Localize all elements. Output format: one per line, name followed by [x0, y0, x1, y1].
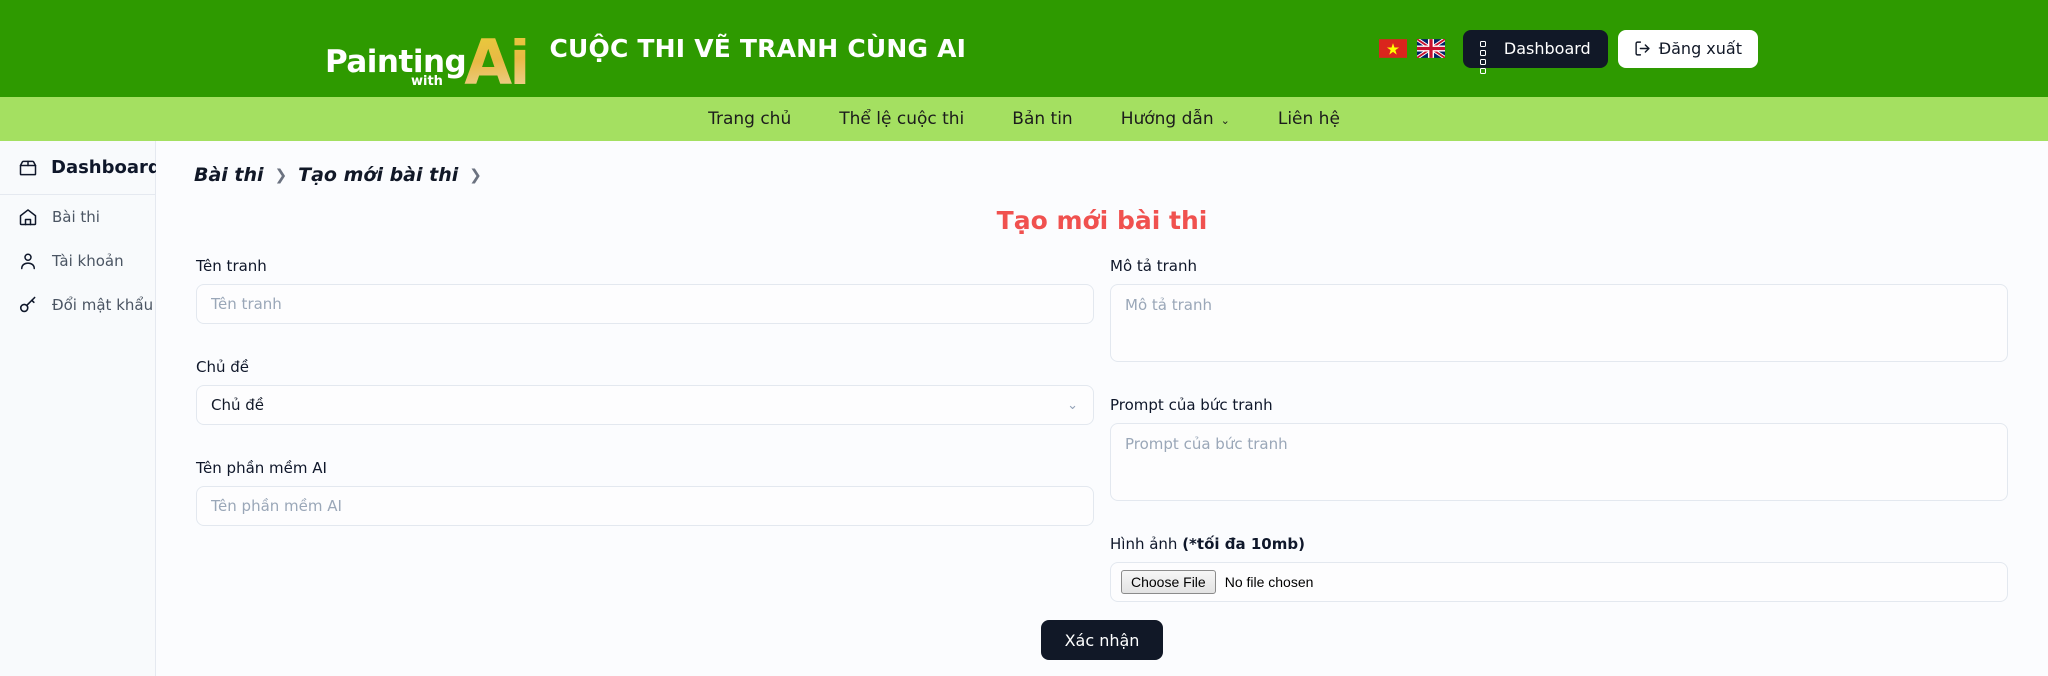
label-hinh-anh-limit: (*tối đa 10mb) — [1182, 535, 1305, 553]
nav-item-ban-tin[interactable]: Bản tin — [988, 109, 1096, 129]
label-mo-ta-tranh: Mô tả tranh — [1110, 257, 1197, 275]
breadcrumb-separator: ❯ — [469, 166, 482, 184]
site-header: Painting with Ai CUỘC THI VẼ TRANH CÙNG … — [0, 0, 2048, 97]
sidebar-item-bai-thi[interactable]: Bài thi — [0, 195, 155, 239]
sidebar-header-label: Dashboard — [51, 157, 161, 178]
form-column-right: Mô tả tranh Prompt của bức tranh Hình ản… — [1110, 257, 2008, 614]
sidebar: Dashboard Bài thi Tài khoản Đổi mật khẩu — [0, 141, 161, 676]
label-hinh-anh-text: Hình ảnh — [1110, 535, 1183, 553]
sidebar-item-doi-mat-khau[interactable]: Đổi mật khẩu — [0, 283, 155, 327]
field-chu-de: Chủ đề Chủ đề ⌄ — [196, 358, 1094, 425]
logout-icon — [1635, 41, 1650, 56]
field-prompt-buc-tranh: Prompt của bức tranh — [1110, 396, 2008, 506]
nav-item-lien-he[interactable]: Liên hệ — [1254, 109, 1364, 129]
key-icon — [19, 296, 36, 313]
nav-label: Liên hệ — [1277, 109, 1340, 129]
ten-phan-mem-ai-input[interactable] — [196, 486, 1094, 526]
site-logo[interactable]: Painting with Ai — [325, 14, 530, 93]
box-icon — [19, 160, 37, 175]
label-ten-phan-mem-ai: Tên phần mềm AI — [196, 459, 327, 477]
header-actions: Dashboard Đăng xuất — [1378, 29, 1758, 74]
dashboard-button[interactable]: Dashboard — [1462, 29, 1608, 74]
label-prompt-buc-tranh: Prompt của bức tranh — [1110, 396, 1273, 414]
logo-text-ai: Ai — [464, 25, 530, 99]
dashboard-button-label: Dashboard — [1503, 39, 1591, 58]
chu-de-select[interactable]: Chủ đề — [196, 385, 1094, 425]
main-content: Bài thi ❯ Tạo mới bài thi ❯ Tạo mới bài … — [156, 141, 2048, 676]
nav-label: Trang chủ — [708, 109, 792, 129]
sidebar-item-tai-khoan[interactable]: Tài khoản — [0, 239, 155, 283]
label-ten-tranh: Tên tranh — [196, 257, 267, 275]
breadcrumb: Bài thi ❯ Tạo mới bài thi ❯ — [156, 141, 2048, 186]
prompt-buc-tranh-textarea[interactable] — [1110, 423, 2008, 501]
page-body: Dashboard Bài thi Tài khoản Đổi mật khẩu — [0, 141, 2048, 676]
nav-label: Thể lệ cuộc thi — [839, 109, 965, 129]
header-title: CUỘC THI VẼ TRANH CÙNG AI — [549, 34, 967, 63]
sidebar-item-label: Bài thi — [52, 208, 100, 226]
nav-label: Bản tin — [1012, 109, 1073, 129]
mo-ta-tranh-textarea[interactable] — [1110, 284, 2008, 362]
chevron-down-icon: ⌄ — [1220, 113, 1230, 127]
nav-item-huong-dan[interactable]: Hướng dẫn ⌄ — [1097, 109, 1254, 129]
label-chu-de: Chủ đề — [196, 358, 250, 376]
breadcrumb-separator: ❯ — [274, 166, 288, 184]
main-nav: Trang chủ Thể lệ cuộc thi Bản tin Hướng … — [0, 97, 2048, 141]
grid-icon — [1479, 41, 1495, 74]
home-icon — [19, 209, 37, 226]
field-mo-ta-tranh: Mô tả tranh — [1110, 257, 2008, 367]
label-hinh-anh: Hình ảnh (*tối đa 10mb) — [1110, 535, 2008, 553]
logout-button-label: Đăng xuất — [1658, 39, 1742, 58]
form-column-left: Tên tranh Chủ đề Chủ đề ⌄ Tên phần mề — [196, 257, 1094, 614]
nav-item-trang-chu[interactable]: Trang chủ — [684, 109, 815, 129]
hinh-anh-file-input[interactable]: Choose File No file chosen — [1110, 562, 2008, 602]
user-icon — [21, 253, 35, 270]
ten-tranh-input[interactable] — [196, 284, 1094, 324]
field-ten-tranh: Tên tranh — [196, 257, 1094, 324]
vietnam-flag-icon[interactable] — [1378, 39, 1407, 58]
logo-text-with: with — [411, 73, 443, 89]
file-status-text: No file chosen — [1224, 574, 1314, 590]
sidebar-item-label: Đổi mật khẩu — [52, 296, 154, 314]
submit-row: Xác nhận — [156, 620, 2048, 660]
sidebar-header-dashboard[interactable]: Dashboard — [0, 141, 161, 195]
breadcrumb-item-tao-moi-bai-thi[interactable]: Tạo mới bài thi — [298, 164, 458, 186]
page-title: Tạo mới bài thi — [996, 206, 1208, 235]
uk-flag-icon[interactable] — [1416, 39, 1445, 58]
nav-item-the-le-cuoc-thi[interactable]: Thể lệ cuộc thi — [815, 109, 988, 129]
nav-label: Hướng dẫn — [1120, 109, 1214, 129]
field-hinh-anh: Hình ảnh (*tối đa 10mb) Choose File No f… — [1110, 535, 2008, 602]
logo-text-painting: Painting — [325, 43, 467, 80]
choose-file-button[interactable]: Choose File — [1121, 570, 1216, 594]
logout-button[interactable]: Đăng xuất — [1617, 29, 1758, 68]
breadcrumb-item-bai-thi[interactable]: Bài thi — [194, 164, 264, 186]
sidebar-item-label: Tài khoản — [52, 252, 124, 270]
create-entry-form: Tên tranh Chủ đề Chủ đề ⌄ Tên phần mề — [156, 235, 2048, 614]
submit-button[interactable]: Xác nhận — [1040, 620, 1164, 660]
field-ten-phan-mem-ai: Tên phần mềm AI — [196, 459, 1094, 526]
